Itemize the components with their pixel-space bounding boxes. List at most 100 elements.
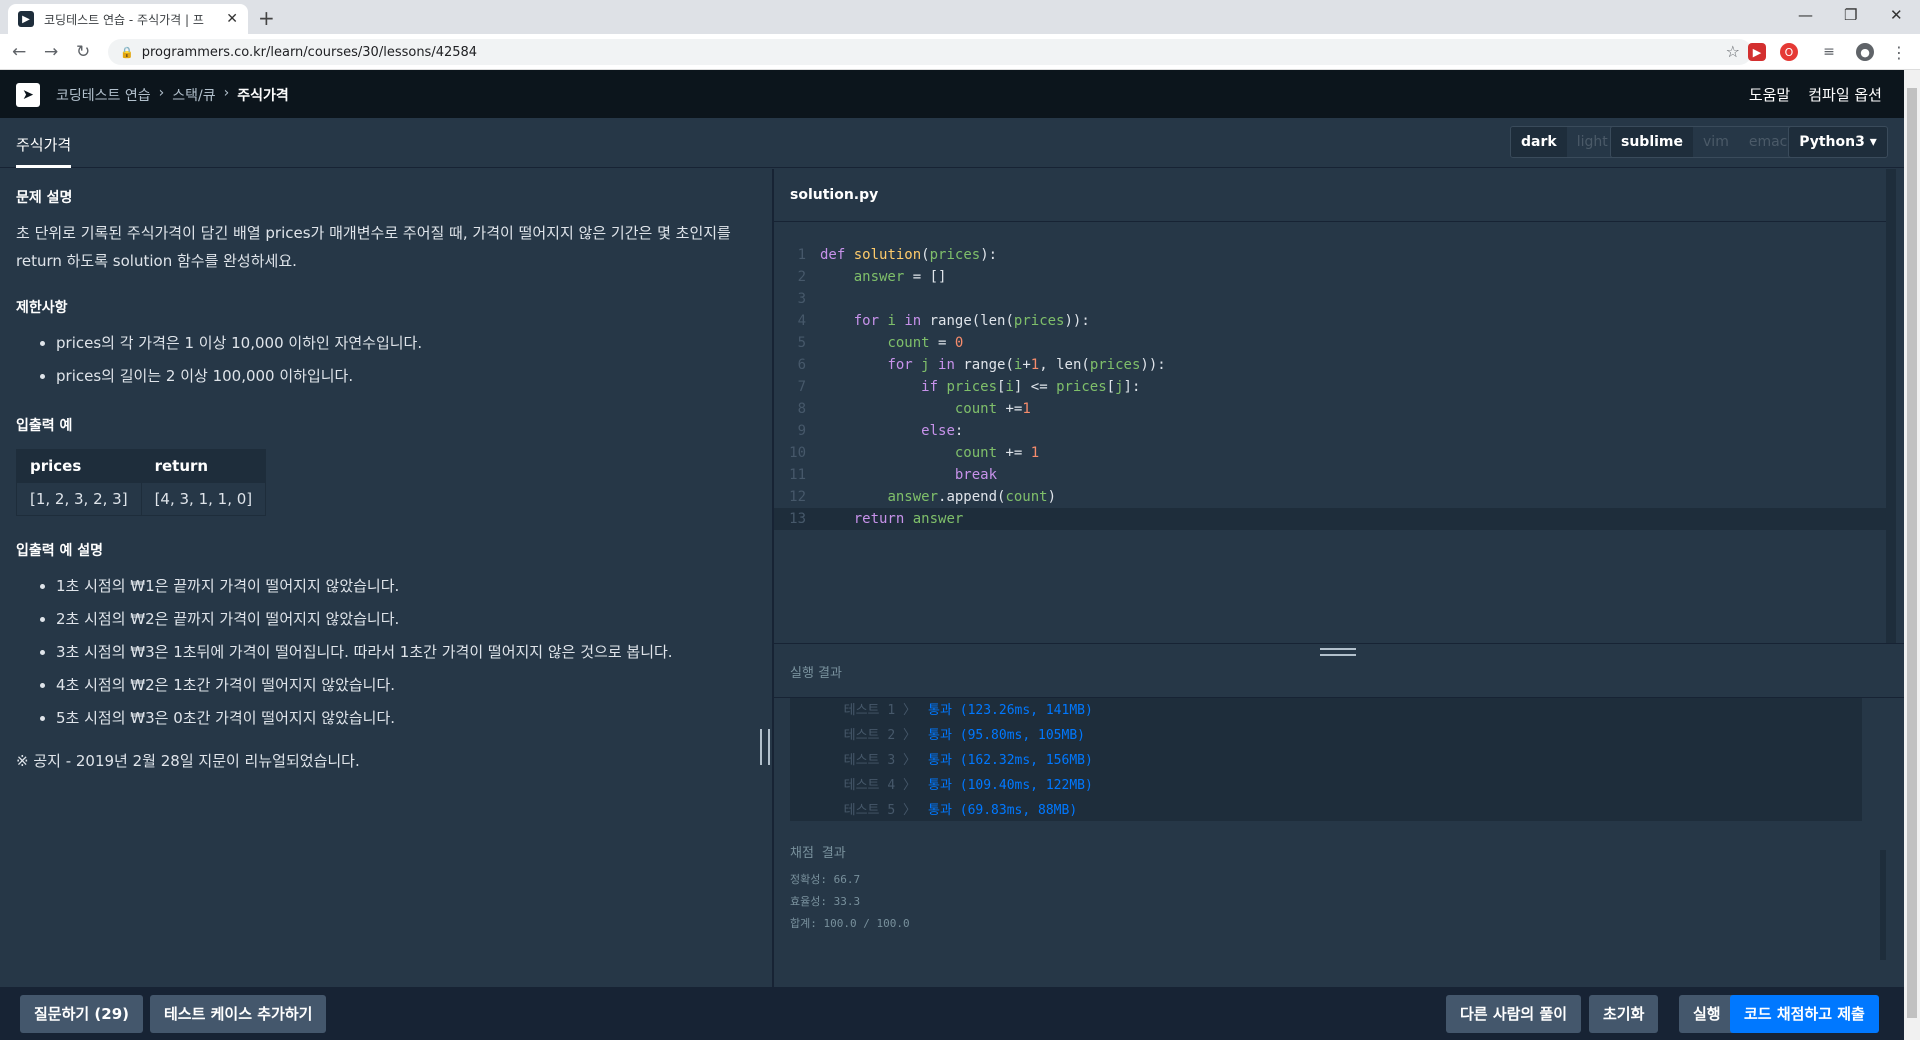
limits-heading: 제한사항 (16, 300, 68, 316)
chevron-right-icon: › (223, 85, 230, 101)
bottom-action-bar: 질문하기 (29) 테스트 케이스 추가하기 다른 사람의 풀이 초기화 실행 … (0, 987, 1904, 1040)
test-row: 테스트 3 〉 통과 (162.32ms, 156MB) (790, 748, 1862, 773)
horizontal-resize-handle[interactable] (1320, 648, 1356, 656)
url-text: programmers.co.kr/learn/courses/30/lesso… (141, 44, 478, 60)
breadcrumb-item-current: 주식가격 (237, 88, 289, 104)
window-close-icon[interactable]: ✕ (1890, 6, 1903, 24)
reload-icon[interactable]: ↻ (76, 42, 90, 62)
line-number: 1 (797, 247, 806, 263)
test-result: 통과 (123.26ms, 141MB) (928, 703, 1093, 718)
score-title: 채점 결과 (790, 846, 846, 861)
line-number: 3 (797, 291, 806, 307)
compile-options-link[interactable]: 컴파일 옵션 (1808, 84, 1882, 105)
line-number: 8 (797, 401, 806, 417)
back-icon[interactable]: ← (12, 42, 26, 62)
column-header-return: return (140, 449, 267, 483)
chevron-right-icon: › (158, 85, 165, 101)
list-item: 1초 시점의 ₩1은 끝까지 가격이 떨어지지 않았습니다. (56, 570, 756, 603)
test-label: 테스트 2 〉 (843, 728, 916, 743)
vertical-resize-handle[interactable] (760, 729, 770, 765)
table-cell: [4, 3, 1, 1, 0] (140, 482, 267, 516)
test-result: 통과 (95.80ms, 105MB) (928, 728, 1085, 743)
code-line: 9 else: (774, 420, 1896, 442)
others-solutions-button[interactable]: 다른 사람의 풀이 (1446, 995, 1582, 1033)
breadcrumb-item-coding-test[interactable]: 코딩테스트 연습 (56, 85, 151, 105)
results-scrollbar[interactable] (1880, 850, 1886, 960)
caret-down-icon: ▾ (1869, 134, 1877, 150)
notice-text: ※ 공지 - 2019년 2월 28일 지문이 리뉴얼되었습니다. (16, 752, 360, 770)
line-number: 13 (789, 511, 806, 527)
test-result: 통과 (69.83ms, 88MB) (928, 803, 1078, 818)
code-line: 7 if prices[i] <= prices[j]: (774, 376, 1896, 398)
opera-extension-icon[interactable]: O (1780, 43, 1798, 61)
list-item: prices의 각 가격은 1 이상 10,000 이하인 자연수입니다. (56, 327, 756, 360)
run-button[interactable]: 실행 (1679, 995, 1735, 1033)
extension-icon[interactable]: ▶ (1748, 43, 1766, 61)
restore-icon[interactable]: ❐ (1844, 6, 1857, 24)
programmers-favicon-icon: ▶ (18, 11, 34, 27)
test-label: 테스트 4 〉 (843, 778, 916, 793)
close-tab-icon[interactable]: ✕ (226, 11, 238, 27)
submit-button[interactable]: 코드 채점하고 제출 (1730, 995, 1879, 1033)
line-number: 10 (789, 445, 806, 461)
language-value: Python3 (1799, 134, 1865, 150)
breadcrumb: 코딩테스트 연습 › 스택/큐 › 주식가격 (56, 85, 289, 105)
line-number: 6 (797, 357, 806, 373)
language-dropdown[interactable]: Python3 ▾ (1788, 126, 1888, 158)
score-panel: 채점 결과 정확성: 66.7 효율성: 33.3 합계: 100.0 / 10… (774, 830, 1896, 987)
code-line-active: 13 return answer (774, 508, 1896, 530)
address-bar-row: ← → ↻ 🔒 programmers.co.kr/learn/courses/… (0, 34, 1920, 70)
media-control-icon[interactable]: ≡ (1820, 43, 1838, 61)
breadcrumb-item-stack-queue[interactable]: 스택/큐 (172, 85, 215, 105)
line-number: 7 (797, 379, 806, 395)
line-number: 12 (789, 489, 806, 505)
test-result: 통과 (109.40ms, 122MB) (928, 778, 1093, 793)
tab-title: 코딩테스트 연습 - 주식가격 | 프 (44, 12, 204, 27)
table-header-row: prices return (16, 449, 267, 483)
reset-button[interactable]: 초기화 (1589, 995, 1659, 1033)
test-label: 테스트 1 〉 (843, 703, 916, 718)
keymap-selector: sublime vim emacs (1610, 126, 1806, 158)
new-tab-icon[interactable]: + (258, 6, 275, 30)
help-link[interactable]: 도움말 (1749, 84, 1790, 105)
table-row: [1, 2, 3, 2, 3] [4, 3, 1, 1, 0] (16, 482, 267, 516)
code-line: 10 count += 1 (774, 442, 1896, 464)
add-testcase-button[interactable]: 테스트 케이스 추가하기 (150, 995, 327, 1033)
sub-header: 주식가격 dark light sublime vim emacs Python… (0, 118, 1904, 168)
tab-problem[interactable]: 주식가격 (16, 134, 72, 168)
line-number: 5 (797, 335, 806, 351)
url-bar[interactable]: 🔒 programmers.co.kr/learn/courses/30/les… (108, 39, 1752, 65)
theme-dark-button[interactable]: dark (1511, 127, 1567, 157)
programmers-logo-icon[interactable]: ➤ (16, 83, 40, 107)
forward-icon[interactable]: → (44, 42, 58, 62)
browser-tab[interactable]: ▶ 코딩테스트 연습 - 주식가격 | 프 ✕ (8, 4, 248, 34)
table-cell: [1, 2, 3, 2, 3] (16, 482, 142, 516)
page-scrollbar-thumb[interactable] (1907, 88, 1917, 1018)
io-desc-list: 1초 시점의 ₩1은 끝까지 가격이 떨어지지 않았습니다. 2초 시점의 ₩2… (56, 570, 756, 735)
keymap-sublime-button[interactable]: sublime (1611, 127, 1694, 157)
code-editor[interactable]: solution.py 1 def solution(prices): 2 ans… (774, 169, 1896, 643)
test-label: 테스트 5 〉 (843, 803, 916, 818)
header-links: 도움말 컴파일 옵션 (1749, 84, 1882, 105)
test-row: 테스트 2 〉 통과 (95.80ms, 105MB) (790, 723, 1862, 748)
test-label: 테스트 3 〉 (843, 753, 916, 768)
code-line: 5 count = 0 (774, 332, 1896, 354)
line-number: 4 (797, 313, 806, 329)
code-line: 3 (774, 288, 1896, 310)
line-number: 11 (789, 467, 806, 483)
test-row: 테스트 1 〉 통과 (123.26ms, 141MB) (790, 698, 1862, 723)
bookmark-star-icon[interactable]: ☆ (1726, 42, 1740, 61)
browser-tabstrip: ▶ 코딩테스트 연습 - 주식가격 | 프 ✕ + — ❐ ✕ (0, 0, 1920, 34)
editor-scrollbar[interactable] (1886, 169, 1896, 643)
profile-avatar-icon[interactable]: ● (1856, 43, 1874, 61)
code-area[interactable]: 1 def solution(prices): 2 answer = [] 3 4… (774, 244, 1896, 530)
total-score: 합계: 100.0 / 100.0 (790, 917, 910, 930)
ask-question-button[interactable]: 질문하기 (29) (20, 995, 144, 1033)
code-line: 6 for j in range(i+1, len(prices)): (774, 354, 1896, 376)
editor-filename: solution.py (790, 187, 879, 203)
code-line: 11 break (774, 464, 1896, 486)
browser-menu-icon[interactable]: ⋮ (1890, 43, 1908, 62)
keymap-vim-button[interactable]: vim (1693, 127, 1739, 157)
minimize-icon[interactable]: — (1798, 6, 1813, 24)
page-scrollbar[interactable] (1904, 70, 1920, 1040)
